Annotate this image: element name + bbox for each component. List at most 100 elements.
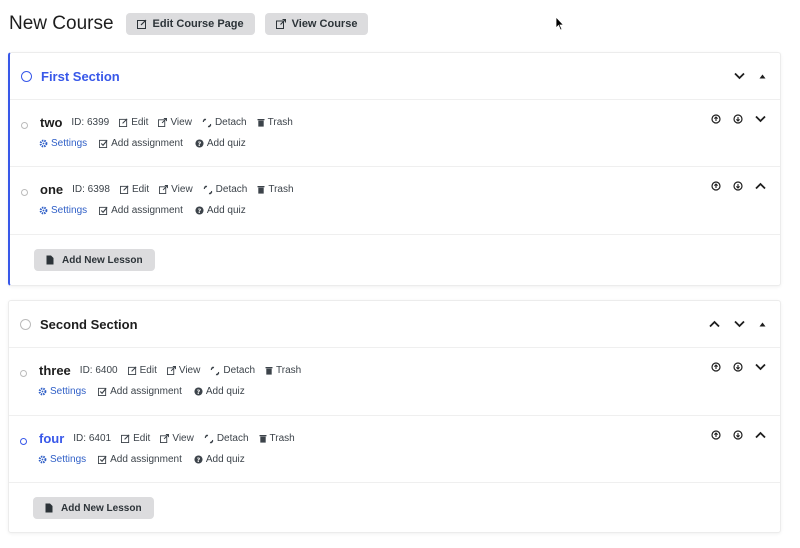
external-link-icon — [166, 366, 176, 375]
lesson-title[interactable]: two — [40, 115, 62, 130]
trash-link[interactable]: Trash — [257, 184, 294, 195]
chevron-up-icon[interactable] — [755, 182, 766, 190]
svg-text:?: ? — [197, 457, 201, 464]
edit-link[interactable]: Edit — [127, 365, 157, 376]
unlink-icon — [202, 118, 212, 127]
trash-label: Trash — [276, 365, 302, 376]
section-first: First Section two ID: 6399 Edit View Det… — [8, 52, 781, 286]
add-assignment-link[interactable]: Add assignment — [99, 205, 183, 216]
arrow-down-circle-icon[interactable] — [733, 362, 743, 372]
detach-link[interactable]: Detach — [204, 433, 249, 444]
trash-link[interactable]: Trash — [257, 117, 293, 128]
unlink-icon — [204, 434, 213, 443]
view-link[interactable]: View — [166, 365, 201, 376]
edit-label: Edit — [133, 433, 151, 444]
arrow-down-circle-icon[interactable] — [733, 430, 743, 440]
svg-text:?: ? — [198, 208, 202, 215]
trash-link[interactable]: Trash — [259, 433, 295, 444]
settings-label: Settings — [50, 454, 87, 465]
settings-label: Settings — [51, 138, 88, 149]
section-status-circle — [21, 70, 32, 82]
add-quiz-link[interactable]: ? Add quiz — [195, 138, 246, 149]
checkbox-icon — [98, 455, 107, 464]
chevron-up-icon[interactable] — [755, 431, 766, 439]
external-link-icon — [158, 118, 168, 127]
arrow-down-circle-icon[interactable] — [733, 114, 743, 124]
edit-icon — [119, 118, 128, 127]
edit-link[interactable]: Edit — [119, 184, 149, 195]
section-status-circle — [20, 318, 31, 330]
lesson-status-dot — [20, 438, 27, 445]
edit-link[interactable]: Edit — [119, 117, 148, 128]
lesson-row: two ID: 6399 Edit View Detach Trash Sett… — [10, 100, 780, 167]
question-circle-icon: ? — [194, 455, 203, 464]
add-new-lesson-button[interactable]: Add New Lesson — [34, 249, 155, 271]
external-link-icon — [159, 185, 169, 194]
view-link[interactable]: View — [160, 433, 194, 444]
add-assignment-link[interactable]: Add assignment — [98, 454, 182, 465]
lesson-title[interactable]: four — [39, 431, 64, 446]
edit-course-page-label: Edit Course Page — [152, 18, 244, 30]
settings-link[interactable]: Settings — [38, 454, 86, 465]
section-title[interactable]: First Section — [41, 69, 120, 84]
lesson-row: three ID: 6400 Edit View Detach Trash Se… — [9, 348, 780, 416]
section-header[interactable]: Second Section — [9, 301, 780, 348]
question-circle-icon: ? — [194, 387, 203, 396]
gear-icon — [39, 206, 48, 215]
settings-link[interactable]: Settings — [39, 205, 87, 216]
checkbox-icon — [99, 139, 108, 148]
arrow-up-circle-icon[interactable] — [711, 362, 721, 372]
edit-icon — [127, 366, 137, 375]
view-course-button[interactable]: View Course — [264, 13, 369, 35]
caret-up-icon[interactable] — [759, 74, 766, 79]
view-label: View — [178, 365, 201, 376]
detach-label: Detach — [215, 184, 248, 195]
arrow-up-circle-icon[interactable] — [711, 114, 721, 124]
detach-label: Detach — [216, 433, 249, 444]
view-link[interactable]: View — [159, 184, 193, 195]
lesson-status-dot — [21, 122, 28, 129]
lesson-id: ID: 6399 — [71, 117, 110, 128]
detach-link[interactable]: Detach — [210, 365, 255, 376]
chevron-up-icon[interactable] — [709, 320, 720, 328]
chevron-down-icon[interactable] — [734, 320, 745, 328]
add-quiz-link[interactable]: ? Add quiz — [194, 386, 245, 397]
edit-label: Edit — [131, 117, 149, 128]
lesson-title[interactable]: three — [39, 363, 71, 378]
chevron-down-icon[interactable] — [755, 115, 766, 123]
section-title[interactable]: Second Section — [40, 317, 138, 332]
add-assignment-link[interactable]: Add assignment — [99, 138, 183, 149]
edit-course-page-button[interactable]: Edit Course Page — [125, 13, 255, 35]
settings-link[interactable]: Settings — [39, 138, 87, 149]
detach-link[interactable]: Detach — [203, 184, 248, 195]
lesson-status-dot — [20, 370, 27, 377]
trash-link[interactable]: Trash — [265, 365, 301, 376]
add-lesson-area: Add New Lesson — [9, 483, 780, 535]
arrow-down-circle-icon[interactable] — [733, 181, 743, 191]
add-new-lesson-button[interactable]: Add New Lesson — [33, 497, 154, 519]
svg-text:?: ? — [197, 389, 201, 396]
arrow-up-circle-icon[interactable] — [711, 430, 721, 440]
chevron-down-icon[interactable] — [755, 363, 766, 371]
chevron-down-icon[interactable] — [734, 72, 745, 80]
view-label: View — [171, 184, 193, 195]
arrow-up-circle-icon[interactable] — [711, 181, 721, 191]
add-quiz-link[interactable]: ? Add quiz — [194, 454, 245, 465]
edit-link[interactable]: Edit — [121, 433, 150, 444]
section-second: Second Section three ID: 6400 Edit View … — [8, 300, 781, 533]
page-title: New Course — [9, 13, 114, 34]
add-quiz-link[interactable]: ? Add quiz — [195, 205, 246, 216]
lesson-title[interactable]: one — [40, 182, 63, 197]
lesson-row: four ID: 6401 Edit View Detach Trash Set… — [9, 416, 780, 483]
section-header[interactable]: First Section — [10, 53, 780, 100]
settings-label: Settings — [51, 205, 88, 216]
add-assignment-link[interactable]: Add assignment — [98, 386, 182, 397]
trash-label: Trash — [267, 117, 293, 128]
edit-label: Edit — [139, 365, 157, 376]
detach-link[interactable]: Detach — [202, 117, 247, 128]
view-link[interactable]: View — [158, 117, 192, 128]
settings-link[interactable]: Settings — [38, 386, 86, 397]
edit-icon — [119, 185, 129, 194]
trash-icon — [257, 119, 265, 127]
caret-up-icon[interactable] — [759, 322, 766, 327]
